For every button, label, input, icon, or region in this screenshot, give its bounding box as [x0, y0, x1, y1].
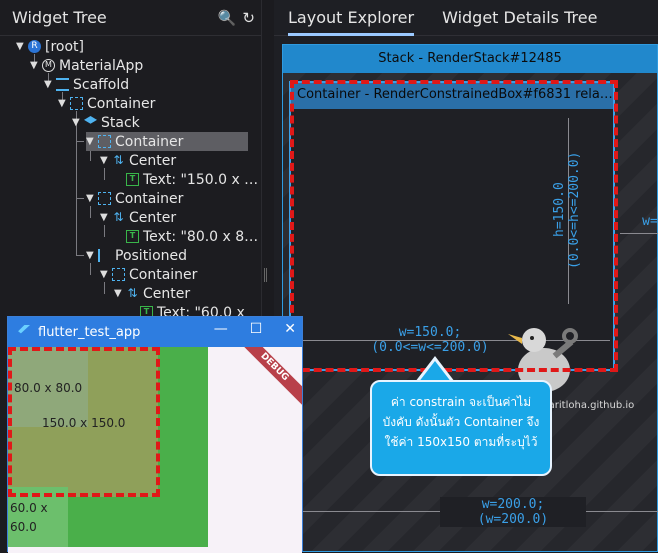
tree-node-label: Stack — [101, 114, 140, 131]
stack-icon — [84, 116, 97, 124]
container-icon — [70, 97, 83, 110]
tree-node-center[interactable]: ▼ ⇅ Center — [114, 284, 190, 303]
widget-tree-title: Widget Tree — [12, 8, 107, 27]
widget-tree-header: Widget Tree 🔍 ↻ — [0, 0, 261, 36]
tree-node-materialapp[interactable]: ▼ M MaterialApp — [30, 56, 143, 75]
tab-bar: Layout Explorer Widget Details Tree — [274, 0, 658, 36]
app-window: flutter_test_app — ☐ ✕ 80.0 x 80.0 150.0… — [7, 316, 303, 553]
tab-widget-details-tree[interactable]: Widget Details Tree — [442, 0, 597, 36]
tree-node-label: Center — [143, 285, 191, 302]
tree-node-container[interactable]: ▼ Container — [100, 265, 197, 284]
tree-node-container-selected[interactable]: ▼ Container — [86, 132, 248, 151]
tree-node-stack[interactable]: ▼ Stack — [72, 113, 140, 132]
tree-node-label: Center — [129, 152, 177, 169]
close-icon[interactable]: ✕ — [284, 321, 296, 337]
tree-node-text[interactable]: T Text: "80.0 x 8… — [126, 227, 258, 246]
center-icon: ⇅ — [113, 210, 124, 224]
stack-label: Stack - RenderStack#12485 — [283, 45, 657, 73]
debug-banner-text: DEBUG — [242, 347, 302, 407]
root-icon: R — [28, 40, 41, 53]
tree-node-label: Center — [129, 209, 177, 226]
tree-node-label: Text: "80.0 x 8… — [143, 228, 259, 245]
app-red-highlight-box — [8, 347, 160, 497]
red-highlight-box — [290, 80, 618, 372]
tree-node-container[interactable]: ▼ Container — [58, 94, 155, 113]
tree-node-label: [root] — [45, 38, 84, 55]
tree-node-label: Container — [129, 266, 198, 283]
center-icon: ⇅ — [113, 153, 124, 167]
tree-node-center[interactable]: ▼ ⇅ Center — [100, 208, 176, 227]
label-60: 60.0 x 60.0 — [10, 501, 48, 534]
container-icon — [98, 135, 111, 148]
positioned-icon — [98, 249, 111, 262]
tree-node-root[interactable]: ▼ R [root] — [16, 37, 84, 56]
center-icon: ⇅ — [127, 286, 138, 300]
tree-node-label: Text: "150.0 x … — [143, 171, 259, 188]
container-icon — [98, 192, 111, 205]
tree-node-label: Container — [115, 133, 184, 150]
text-icon: T — [126, 173, 139, 186]
app-window-titlebar[interactable]: flutter_test_app — ☐ ✕ — [8, 317, 302, 347]
tree-node-text[interactable]: T Text: "150.0 x … — [126, 170, 258, 189]
text-icon: T — [126, 230, 139, 243]
right-measure: w= — [642, 214, 658, 229]
tree-node-container[interactable]: ▼ Container — [86, 189, 183, 208]
tab-layout-explorer[interactable]: Layout Explorer — [288, 0, 415, 36]
search-icon[interactable]: 🔍 — [218, 9, 237, 27]
material-icon: M — [42, 59, 55, 72]
maximize-icon[interactable]: ☐ — [250, 321, 263, 337]
debug-banner: DEBUG — [242, 347, 302, 407]
annotation-callout: ค่า constrain จะเป็นค่าไม่บังคับ ดังนั้น… — [370, 380, 552, 476]
scaffold-icon — [56, 78, 69, 91]
app-window-title: flutter_test_app — [38, 324, 141, 340]
tree-node-label: MaterialApp — [59, 57, 144, 74]
tree-node-scaffold[interactable]: ▼ Scaffold — [44, 75, 129, 94]
tree-node-label: Positioned — [115, 247, 188, 264]
minimize-icon[interactable]: — — [214, 321, 228, 337]
bottom-measure: w=200.0; (w=200.0) — [440, 497, 586, 527]
tree-node-positioned[interactable]: ▼ Positioned — [86, 246, 187, 265]
panel-splitter[interactable] — [264, 268, 267, 282]
tree-node-label: Container — [115, 190, 184, 207]
flutter-logo-icon — [18, 325, 30, 334]
tree-node-label: Scaffold — [73, 76, 130, 93]
right-arrow — [620, 233, 658, 234]
container-icon — [112, 268, 125, 281]
tree-node-label: Container — [87, 95, 156, 112]
refresh-icon[interactable]: ↻ — [242, 9, 255, 27]
tree-node-center[interactable]: ▼ ⇅ Center — [100, 151, 176, 170]
